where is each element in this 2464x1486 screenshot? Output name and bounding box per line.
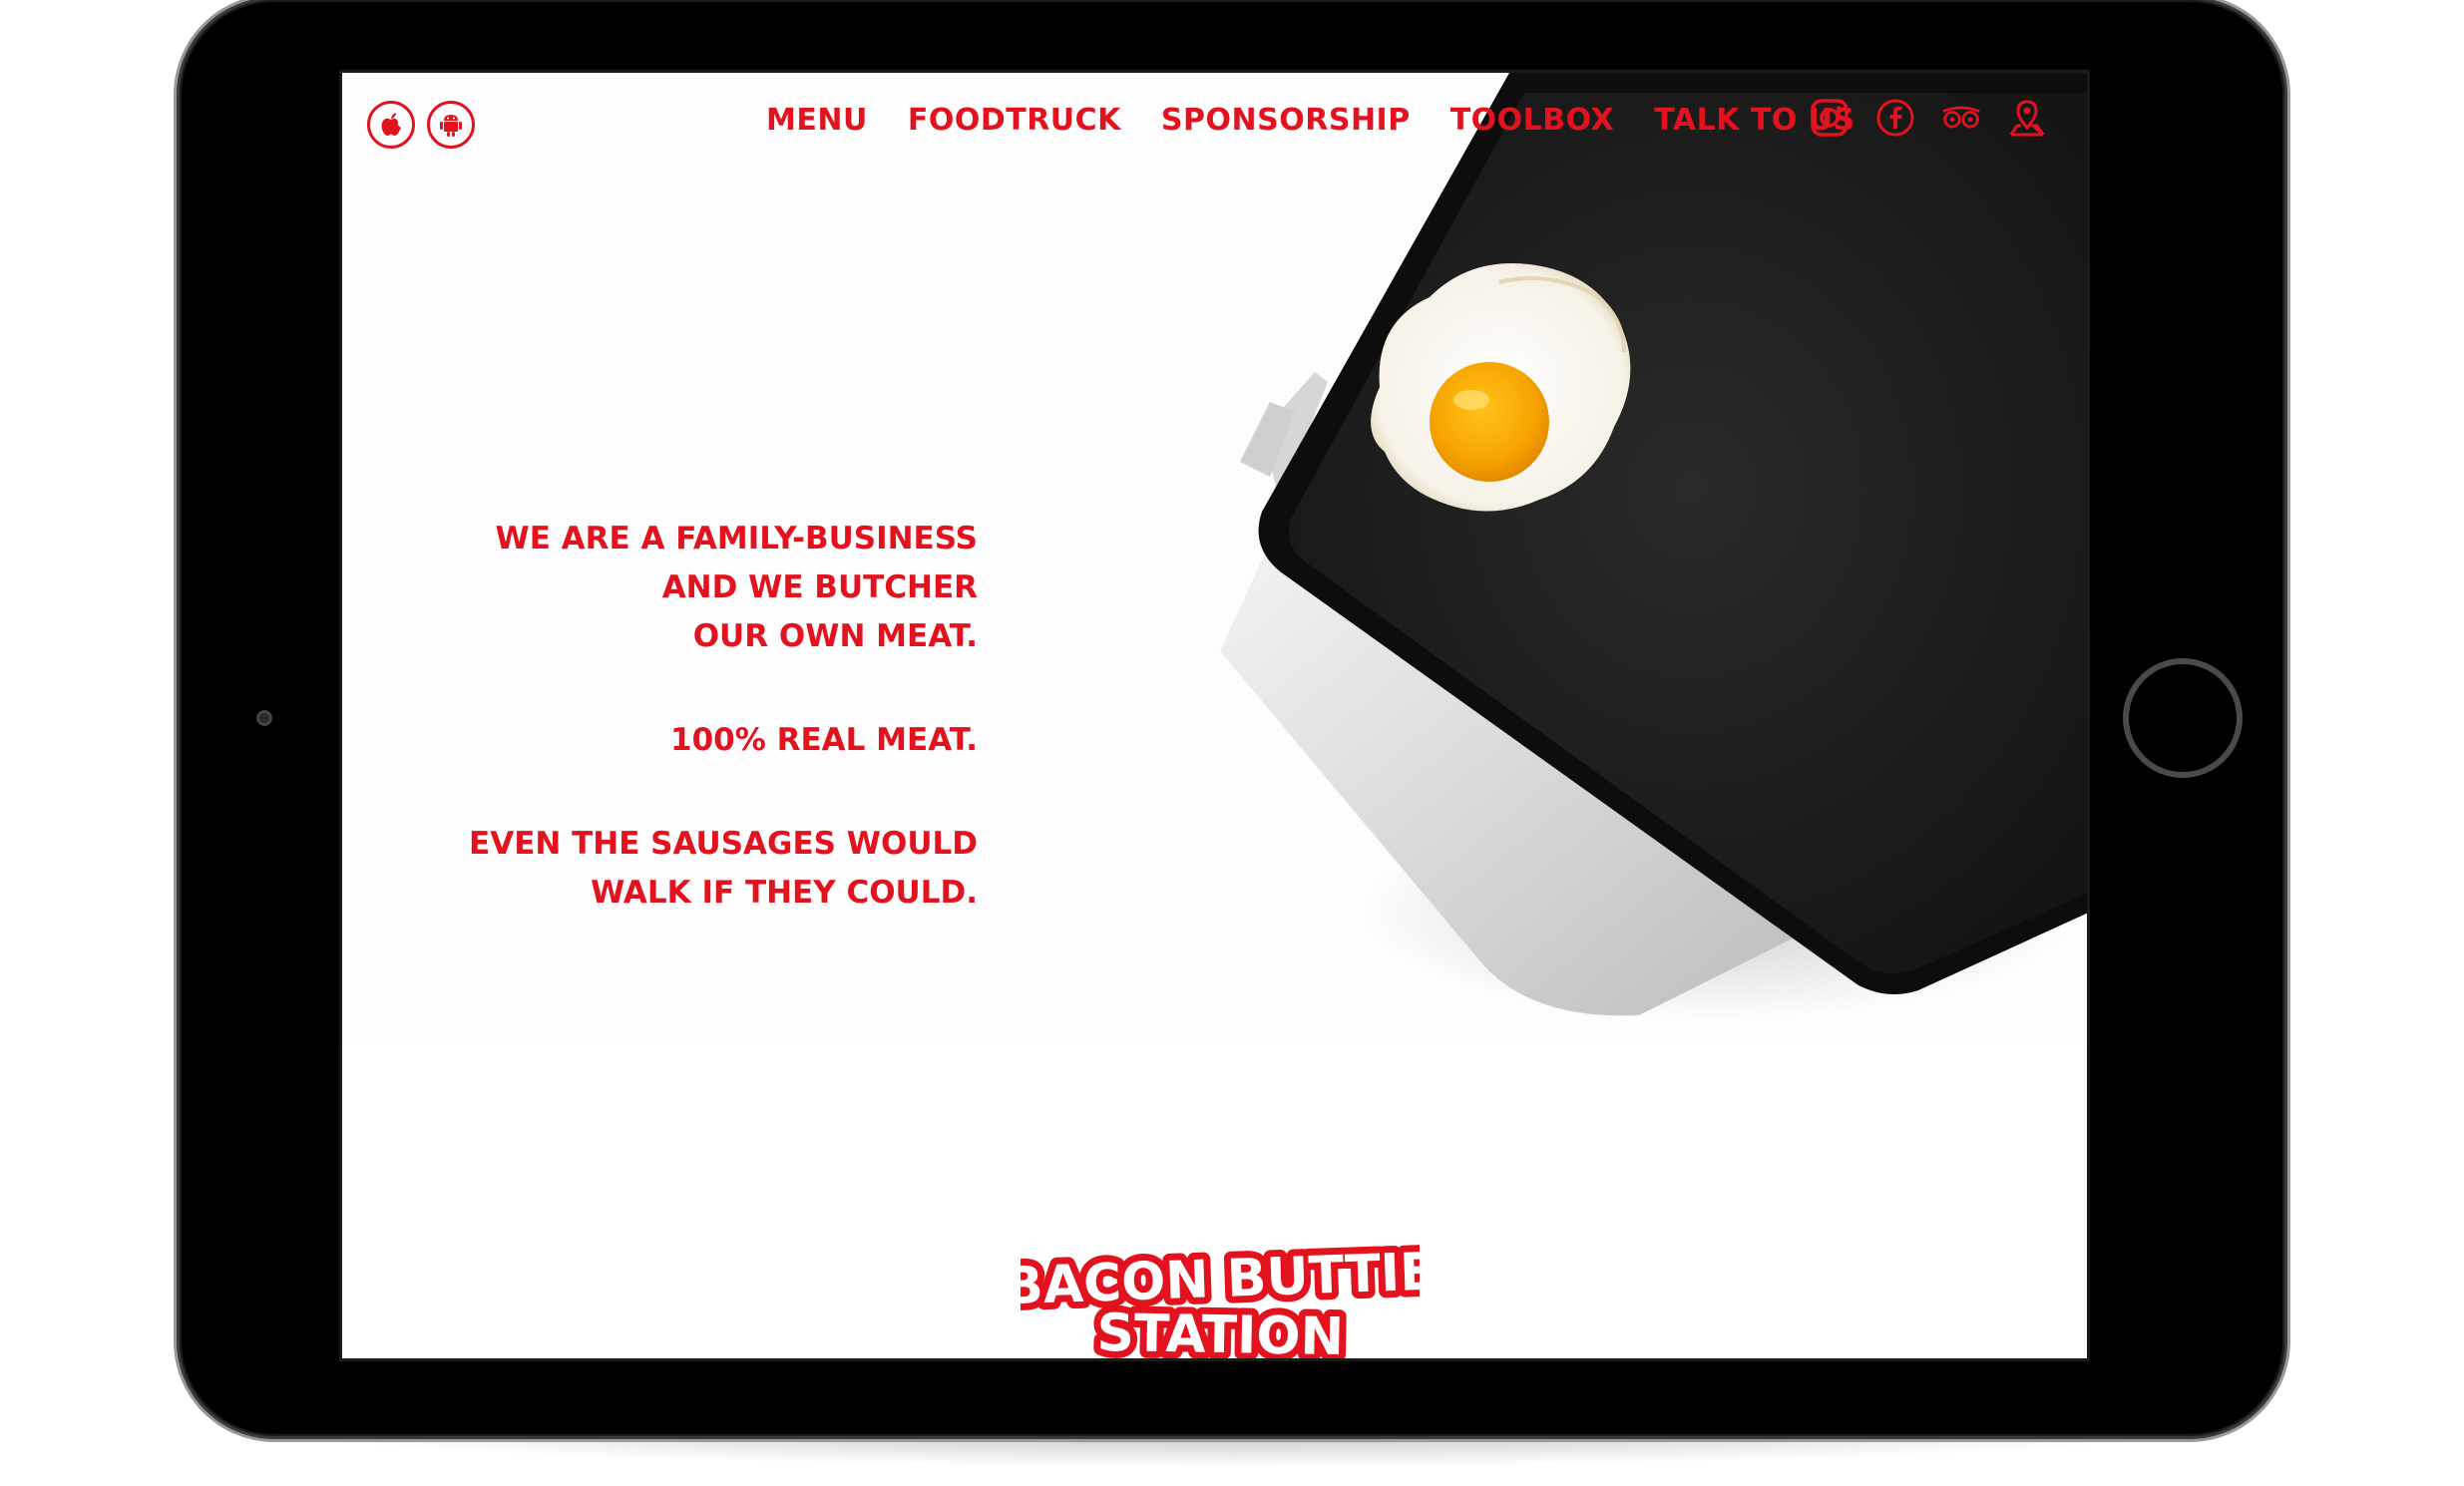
nav-toolbox[interactable]: TOOLBOX	[1450, 103, 1615, 138]
tagline-line: WE ARE A FAMILY-BUSINESS	[495, 521, 979, 557]
tagline-line: AND WE BUTCHER	[661, 569, 978, 605]
instagram-icon[interactable]	[1810, 98, 1849, 138]
map-pin-icon[interactable]	[2007, 98, 2047, 138]
home-button[interactable]	[2123, 658, 2243, 778]
hero-tagline: WE ARE A FAMILY-BUSINESS AND WE BUTCHER …	[359, 515, 978, 972]
tagline-line: 100% REAL MEAT.	[670, 722, 978, 758]
facebook-icon[interactable]	[1875, 98, 1915, 138]
tagline-family-business: WE ARE A FAMILY-BUSINESS AND WE BUTCHER …	[359, 515, 979, 661]
tagline-line: EVEN THE SAUSAGES WOULD	[469, 826, 978, 862]
griddle-egg-image	[1200, 73, 2087, 1040]
tablet-screen: MENU FOODTRUCK SPONSORSHIP TOOLBOX TALK …	[339, 70, 2090, 1361]
android-icon[interactable]	[427, 101, 475, 149]
social-links	[1810, 98, 2047, 138]
tagline-real-meat: 100% REAL MEAT.	[359, 716, 978, 765]
nav-foodtruck[interactable]: FOODTRUCK	[908, 103, 1121, 138]
nav-sponsorship[interactable]: SPONSORSHIP	[1161, 103, 1411, 138]
tagline-line: OUR OWN MEAT.	[692, 618, 978, 654]
front-camera	[256, 710, 272, 726]
top-navigation: MENU FOODTRUCK SPONSORSHIP TOOLBOX TALK …	[342, 73, 2087, 183]
logo-line2: STATION	[1096, 1303, 1345, 1361]
apple-icon[interactable]	[367, 101, 415, 149]
tagline-sausages: EVEN THE SAUSAGES WOULD WALK IF THEY COU…	[359, 820, 978, 918]
bacon-buttie-station-logo[interactable]: BACON BUTTIE BACON BUTTIE STATION STATIO…	[996, 1235, 1443, 1361]
tagline-line: WALK IF THEY COULD.	[591, 875, 978, 911]
hero-section: MENU FOODTRUCK SPONSORSHIP TOOLBOX TALK …	[342, 73, 2087, 1040]
tripadvisor-icon[interactable]	[1941, 98, 1981, 138]
app-store-links	[367, 101, 475, 149]
main-menu: MENU FOODTRUCK SPONSORSHIP TOOLBOX TALK …	[766, 103, 1855, 138]
nav-menu[interactable]: MENU	[766, 103, 868, 138]
